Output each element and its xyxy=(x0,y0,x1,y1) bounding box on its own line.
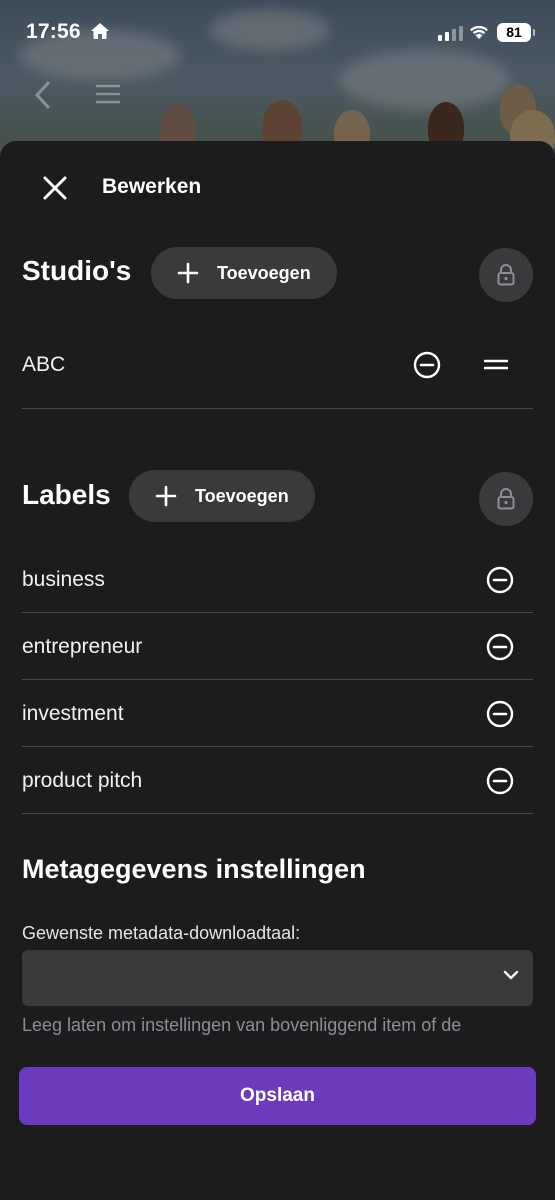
metadata-title: Metagegevens instellingen xyxy=(22,854,366,884)
save-button[interactable]: Opslaan xyxy=(19,1067,536,1125)
remove-label-icon[interactable] xyxy=(486,767,514,795)
add-label-button[interactable]: Toevoegen xyxy=(129,470,315,522)
label-row-business: business xyxy=(22,546,533,613)
add-studio-button[interactable]: Toevoegen xyxy=(151,247,337,299)
save-label: Opslaan xyxy=(240,1085,315,1106)
add-label-text: Toevoegen xyxy=(195,485,289,506)
drag-handle-icon[interactable] xyxy=(484,359,508,371)
label-text: investment xyxy=(22,702,124,725)
sheet-title: Bewerken xyxy=(102,175,202,198)
status-time: 17:56 xyxy=(26,20,81,43)
language-select[interactable] xyxy=(22,950,533,1006)
studios-title: Studio's xyxy=(22,255,132,286)
battery-indicator: 81 xyxy=(497,23,535,42)
remove-label-icon[interactable] xyxy=(486,633,514,661)
labels-lock-button[interactable] xyxy=(479,472,533,526)
plus-icon xyxy=(155,485,177,507)
label-text: entrepreneur xyxy=(22,635,143,658)
label-text: product pitch xyxy=(22,769,143,792)
labels-title: Labels xyxy=(22,479,111,510)
close-icon[interactable] xyxy=(40,173,70,203)
back-icon[interactable] xyxy=(34,80,52,110)
studio-row: ABC xyxy=(22,326,533,409)
edit-sheet: Bewerken Studio's Toevoegen ABC Labels T… xyxy=(0,141,555,1200)
label-text: business xyxy=(22,568,105,591)
remove-label-icon[interactable] xyxy=(486,566,514,594)
remove-label-icon[interactable] xyxy=(486,700,514,728)
sheet-header: Bewerken xyxy=(0,141,555,233)
lock-icon xyxy=(497,488,515,510)
label-row-entrepreneur: entrepreneur xyxy=(22,613,533,680)
label-row-investment: investment xyxy=(22,680,533,747)
status-bar: 17:56 81 xyxy=(0,0,555,66)
remove-studio-icon[interactable] xyxy=(413,351,441,379)
chevron-down-icon xyxy=(503,970,519,980)
add-studio-label: Toevoegen xyxy=(217,262,311,283)
plus-icon xyxy=(177,262,199,284)
language-hint: Leeg laten om instellingen van bovenligg… xyxy=(22,1015,462,1035)
cellular-signal-icon xyxy=(438,26,463,41)
lock-icon xyxy=(497,264,515,286)
label-row-product-pitch: product pitch xyxy=(22,747,533,814)
menu-icon[interactable] xyxy=(96,84,120,104)
studios-lock-button[interactable] xyxy=(479,248,533,302)
language-label: Gewenste metadata-downloadtaal: xyxy=(22,923,301,943)
studio-label: ABC xyxy=(22,353,66,376)
wifi-icon xyxy=(470,25,488,39)
home-icon xyxy=(91,23,109,39)
